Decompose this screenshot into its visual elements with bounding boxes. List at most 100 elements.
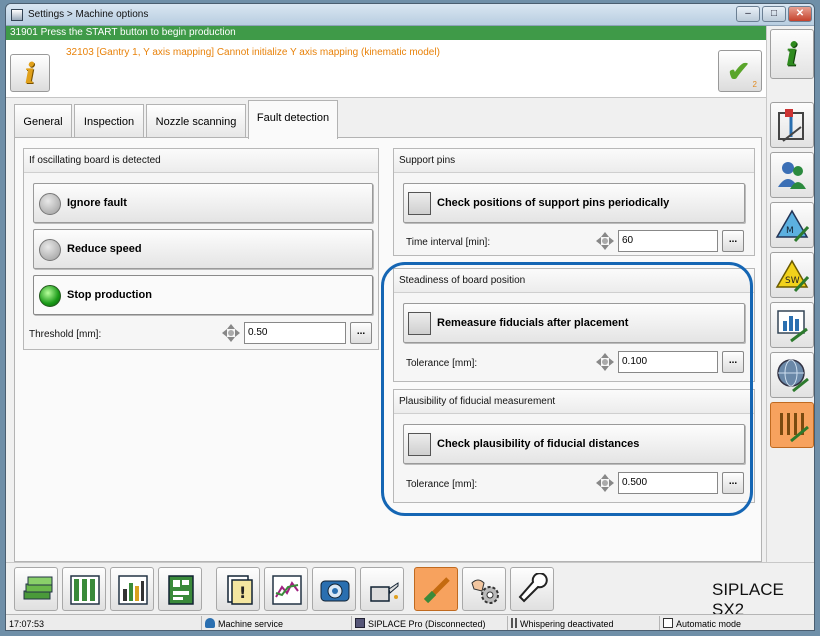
- sidebar-statistics-button[interactable]: [770, 302, 814, 348]
- bar-chart-icon: [118, 575, 148, 605]
- automatic-mode-status[interactable]: Automatic mode: [660, 616, 814, 630]
- stepper-icon[interactable]: [222, 324, 240, 342]
- machine-service-status[interactable]: Machine service: [202, 616, 352, 630]
- stepper-icon[interactable]: [596, 232, 614, 250]
- tab-inspection[interactable]: Inspection: [74, 104, 144, 138]
- radio-on-icon: [39, 285, 61, 307]
- sidebar-software-button[interactable]: SW: [770, 252, 814, 298]
- acknowledge-button[interactable]: ✔ 2: [718, 50, 762, 92]
- sidebar-network-button[interactable]: [770, 352, 814, 398]
- message-area: i 32103 [Gantry 1, Y axis mapping] Canno…: [6, 40, 766, 98]
- tool-service-button[interactable]: [462, 567, 506, 611]
- threshold-input[interactable]: 0.50: [244, 322, 346, 344]
- stop-production-option[interactable]: Stop production: [33, 275, 373, 315]
- right-sidebar: i M SW: [766, 26, 814, 592]
- oil-can-icon: [370, 582, 399, 602]
- support-pins-group: Support pins Check positions of support …: [393, 148, 755, 256]
- maintenance-icon: M: [775, 209, 809, 243]
- grid-icon: [70, 575, 100, 605]
- stack-icon: [23, 576, 53, 600]
- service-text: Machine service: [218, 619, 284, 629]
- tool-board-button[interactable]: [158, 567, 202, 611]
- close-icon: ✕: [795, 8, 805, 19]
- whisper-icon: [511, 618, 517, 628]
- threshold-more-button[interactable]: ...: [350, 322, 372, 344]
- clock-time: 17:07:53: [9, 619, 45, 629]
- machine-options-icon: [780, 413, 809, 443]
- tab-label: Fault detection: [256, 112, 330, 124]
- tool-production-button[interactable]: [14, 567, 58, 611]
- interval-value: 60: [622, 235, 634, 246]
- tool-settings-button[interactable]: [414, 567, 458, 611]
- tool-bar-chart-button[interactable]: [110, 567, 154, 611]
- interval-input[interactable]: 60: [618, 230, 718, 252]
- option-label: Stop production: [67, 289, 152, 301]
- line-chart-icon: [272, 575, 302, 605]
- minimize-button[interactable]: –: [736, 6, 760, 22]
- tool-oil-button[interactable]: [360, 567, 404, 611]
- tab-nozzle-scanning[interactable]: Nozzle scanning: [146, 104, 246, 138]
- pro-text: SIPLACE Pro (Disconnected): [368, 619, 486, 629]
- info-icon: i: [24, 57, 36, 90]
- tool-camera-button[interactable]: [312, 567, 356, 611]
- mode-icon: [663, 618, 673, 628]
- window-title: Settings > Machine options: [28, 9, 149, 20]
- software-icon: SW: [775, 259, 809, 293]
- option-label: Reduce speed: [67, 243, 142, 255]
- tool-wrench-button[interactable]: [510, 567, 554, 611]
- sidebar-info-button[interactable]: i: [770, 29, 814, 79]
- alert-document-icon: !: [227, 575, 253, 605]
- acknowledge-count: 2: [752, 80, 757, 89]
- tab-label: Inspection: [83, 116, 135, 128]
- threshold-label: Threshold [mm]:: [29, 329, 102, 340]
- svg-text:SW: SW: [785, 276, 800, 286]
- minimize-icon: –: [745, 8, 751, 19]
- sidebar-maintenance-button[interactable]: M: [770, 202, 814, 248]
- checkmark-icon: ✔: [727, 56, 751, 87]
- wrench-icon: [518, 573, 548, 603]
- option-label: Ignore fault: [67, 197, 127, 209]
- radio-off-icon: [39, 239, 61, 261]
- more-label: ...: [356, 326, 366, 337]
- radio-off-icon: [39, 193, 61, 215]
- more-label: ...: [728, 234, 738, 245]
- close-button[interactable]: ✕: [788, 6, 812, 22]
- title-bar: Settings > Machine options – □ ✕: [6, 4, 814, 26]
- reduce-speed-option[interactable]: Reduce speed: [33, 229, 373, 269]
- interval-label: Time interval [min]:: [406, 237, 491, 248]
- status-message-bar: 31901 Press the START button to begin pr…: [6, 26, 766, 40]
- tab-general[interactable]: General: [14, 104, 72, 138]
- siplace-pro-status[interactable]: SIPLACE Pro (Disconnected): [352, 616, 508, 630]
- error-message: 32103 [Gantry 1, Y axis mapping] Cannot …: [66, 47, 440, 58]
- network-icon: [355, 618, 365, 628]
- interval-more-button[interactable]: ...: [722, 230, 744, 252]
- message-info-button[interactable]: i: [10, 54, 50, 92]
- ignore-fault-option[interactable]: Ignore fault: [33, 183, 373, 223]
- group-title: If oscillating board is detected: [24, 149, 378, 173]
- check-support-pins-toggle[interactable]: Check positions of support pins periodic…: [403, 183, 745, 223]
- status-message: 31901 Press the START button to begin pr…: [10, 27, 236, 38]
- whisper-text: Whispering deactivated: [520, 619, 614, 629]
- checkbox-icon: [408, 192, 431, 215]
- hand-gear-icon: [471, 579, 499, 604]
- whispering-status[interactable]: Whispering deactivated: [508, 616, 660, 630]
- highlight-outline: [381, 262, 753, 516]
- sidebar-machine-options-button[interactable]: [770, 402, 814, 448]
- person-icon: [205, 618, 215, 628]
- mode-text: Automatic mode: [676, 619, 742, 629]
- clock: 17:07:53: [6, 616, 202, 630]
- sidebar-machine-setup-button[interactable]: [770, 102, 814, 148]
- tab-fault-detection[interactable]: Fault detection: [248, 100, 338, 139]
- screwdriver-icon: [423, 577, 450, 604]
- maximize-button[interactable]: □: [762, 6, 786, 22]
- app-icon: [11, 9, 23, 21]
- info-icon: i: [785, 35, 799, 73]
- group-title: Support pins: [394, 149, 754, 173]
- tool-trend-button[interactable]: [264, 567, 308, 611]
- svg-text:M: M: [786, 226, 794, 236]
- tool-alerts-button[interactable]: !: [216, 567, 260, 611]
- bottom-toolbar: ! SIPLACE SX2: [6, 562, 814, 619]
- sidebar-users-button[interactable]: [770, 152, 814, 198]
- tab-label: Nozzle scanning: [155, 116, 237, 128]
- tool-feeder-grid-button[interactable]: [62, 567, 106, 611]
